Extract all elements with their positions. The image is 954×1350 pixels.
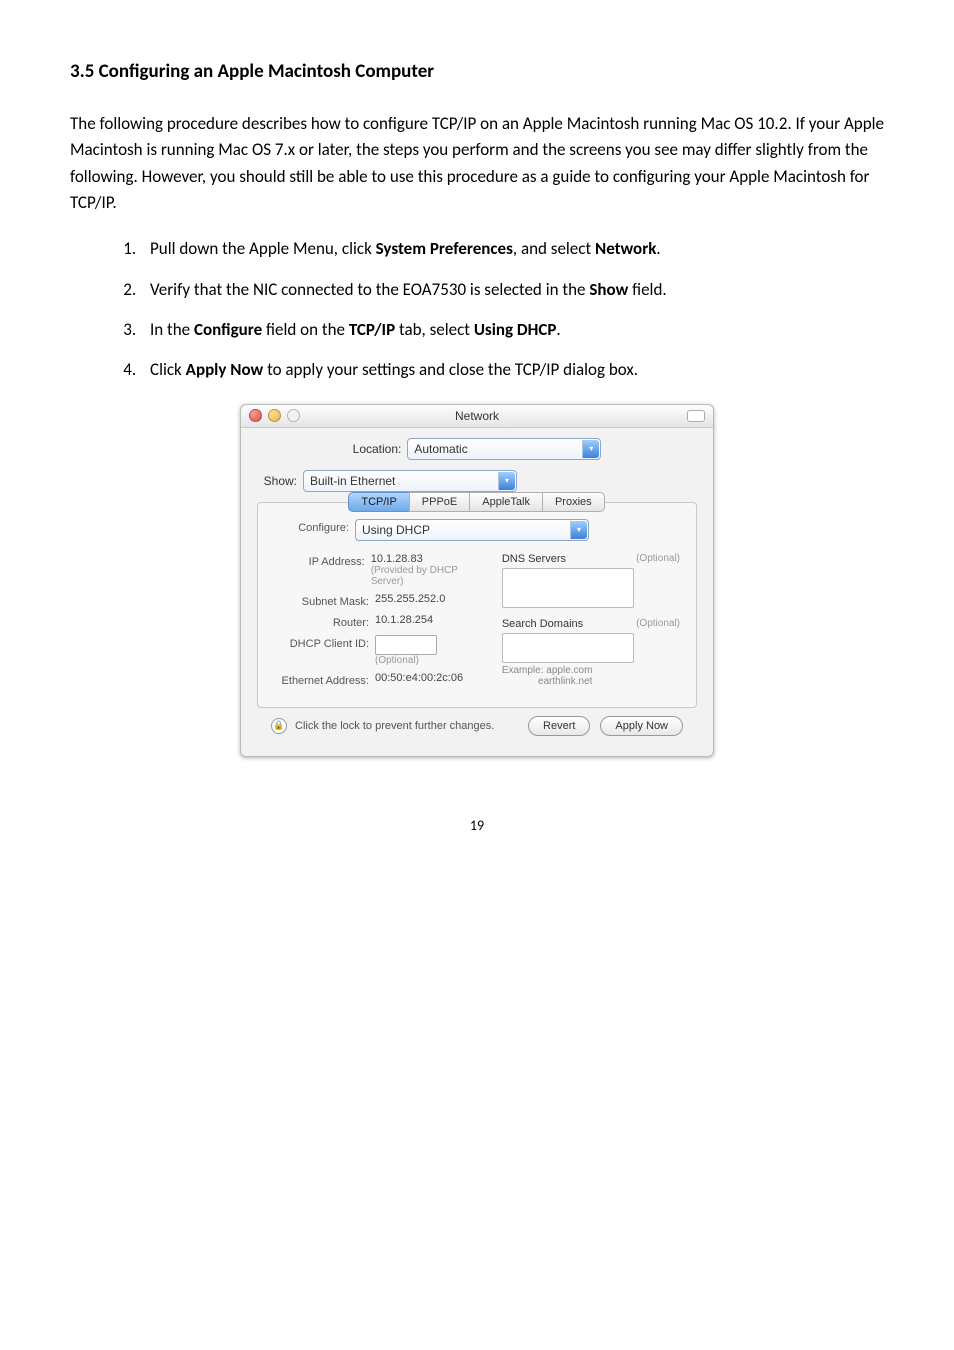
tab-pppoe[interactable]: PPPoE	[409, 492, 470, 512]
window-title: Network	[241, 409, 713, 423]
step-bold: Configure	[194, 319, 262, 340]
example-value: earthlink.net	[538, 676, 592, 687]
step-text: field on the	[262, 319, 349, 340]
location-select[interactable]: Automatic ▾	[407, 438, 601, 460]
page-number: 19	[70, 817, 884, 834]
dns-servers-input[interactable]	[502, 568, 634, 608]
network-dialog: Network Location: Automatic ▾ Show: Buil…	[240, 404, 714, 757]
tab-tcpip[interactable]: TCP/IP	[348, 492, 409, 512]
step-2: Verify that the NIC connected to the EOA…	[140, 277, 884, 303]
example-label: Example:	[502, 665, 544, 676]
tab-proxies[interactable]: Proxies	[542, 492, 605, 512]
revert-button[interactable]: Revert	[528, 716, 590, 736]
ip-address-label: IP Address:	[274, 553, 371, 568]
step-3: In the Configure field on the TCP/IP tab…	[140, 317, 884, 343]
step-bold: Network	[595, 238, 656, 259]
step-4: Click Apply Now to apply your settings a…	[140, 357, 884, 383]
dns-servers-label: DNS Servers	[502, 553, 566, 565]
step-text: to apply your settings and close the TCP…	[263, 359, 638, 380]
lock-icon[interactable]: 🔒	[271, 718, 287, 734]
step-list: Pull down the Apple Menu, click System P…	[110, 236, 884, 383]
step-bold: System Preferences	[376, 238, 513, 259]
dhcp-client-sub: (Optional)	[375, 655, 437, 666]
optional-label: (Optional)	[636, 618, 680, 630]
step-text: .	[656, 238, 660, 259]
step-bold: Using DHCP	[474, 319, 557, 340]
chevron-down-icon: ▾	[498, 472, 515, 490]
subnet-label: Subnet Mask:	[274, 593, 375, 608]
step-text: Pull down the Apple Menu, click	[150, 238, 376, 259]
location-label: Location:	[353, 442, 402, 456]
step-text: , and select	[513, 238, 595, 259]
example-value: apple.com	[546, 665, 592, 676]
step-1: Pull down the Apple Menu, click System P…	[140, 236, 884, 262]
router-label: Router:	[274, 614, 375, 629]
ethernet-value: 00:50:e4:00:2c:06	[375, 672, 463, 684]
lock-text: Click the lock to prevent further change…	[295, 720, 494, 732]
step-text: .	[556, 319, 560, 340]
ethernet-label: Ethernet Address:	[274, 672, 375, 687]
step-text: In the	[150, 319, 194, 340]
location-value: Automatic	[414, 442, 467, 456]
search-domains-input[interactable]	[502, 633, 634, 663]
tab-appletalk[interactable]: AppleTalk	[469, 492, 543, 512]
step-text: field.	[628, 279, 666, 300]
router-value: 10.1.28.254	[375, 614, 433, 626]
configure-label: Configure:	[274, 519, 355, 534]
ip-address-value: 10.1.28.83	[371, 553, 488, 565]
step-text: Verify that the NIC connected to the EOA…	[150, 279, 589, 300]
show-label: Show:	[257, 474, 297, 488]
ip-address-sub: (Provided by DHCP Server)	[371, 565, 488, 587]
section-heading: 3.5 Configuring an Apple Macintosh Compu…	[70, 60, 884, 83]
search-domains-label: Search Domains	[502, 618, 583, 630]
optional-label: (Optional)	[636, 553, 680, 565]
step-bold: TCP/IP	[349, 319, 395, 340]
subnet-value: 255.255.252.0	[375, 593, 445, 605]
apply-now-button[interactable]: Apply Now	[600, 716, 683, 736]
dhcp-client-label: DHCP Client ID:	[274, 635, 375, 650]
show-select[interactable]: Built-in Ethernet ▾	[303, 470, 517, 492]
chevron-down-icon: ▾	[582, 440, 599, 458]
intro-paragraph: The following procedure describes how to…	[70, 111, 884, 216]
show-value: Built-in Ethernet	[310, 474, 395, 488]
step-bold: Show	[589, 279, 628, 300]
step-bold: Apply Now	[186, 359, 264, 380]
configure-select[interactable]: Using DHCP ▾	[355, 519, 589, 541]
configure-value: Using DHCP	[362, 523, 430, 537]
titlebar: Network	[241, 405, 713, 428]
chevron-down-icon: ▾	[570, 521, 587, 539]
step-text: Click	[150, 359, 186, 380]
dhcp-client-input[interactable]	[375, 635, 437, 655]
step-text: tab, select	[395, 319, 474, 340]
settings-panel: TCP/IP PPPoE AppleTalk Proxies Configure…	[257, 502, 697, 708]
